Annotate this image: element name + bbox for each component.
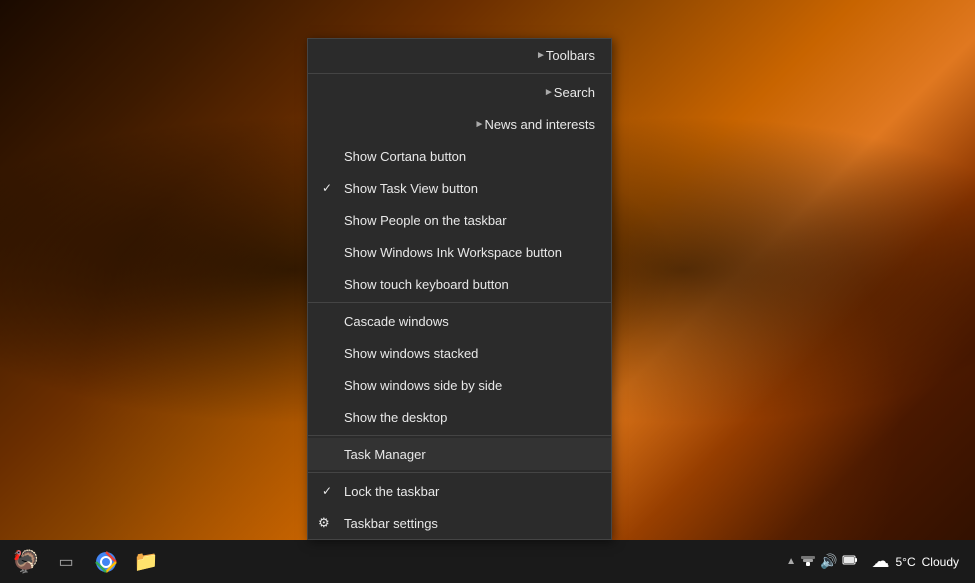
weather-widget[interactable]: ☁ 5°C Cloudy [864,547,968,576]
chrome-icon[interactable] [88,544,124,580]
menu-item-show-cortana-button[interactable]: Show Cortana button [308,140,611,172]
gear-icon: ⚙ [318,515,330,531]
menu-item-toolbars[interactable]: ► Toolbars [308,39,611,71]
arrow-icon-search: ► [544,87,554,98]
menu-item-taskbar-settings[interactable]: ⚙ Taskbar settings [308,507,611,539]
menu-item-show-windows-stacked[interactable]: Show windows stacked [308,337,611,369]
network-icon [800,552,816,571]
tray-icons: ▲ 🔊 [786,552,857,571]
menu-item-show-people-on-taskbar[interactable]: Show People on the taskbar [308,204,611,236]
weather-cloud-icon: ☁ [872,551,890,572]
checkmark-icon-lock: ✓ [322,484,332,498]
menu-item-cascade-windows[interactable]: Cascade windows [308,305,611,337]
menu-item-show-windows-ink[interactable]: Show Windows Ink Workspace button [308,236,611,268]
weather-desc: Cloudy [922,555,959,569]
menu-separator-2 [308,302,611,303]
menu-item-lock-the-taskbar[interactable]: ✓ Lock the taskbar [308,475,611,507]
menu-item-search[interactable]: ► Search [308,76,611,108]
battery-icon [842,552,858,571]
volume-icon[interactable]: 🔊 [820,553,837,570]
tray-expand-icon[interactable]: ▲ [786,556,796,567]
task-view-button[interactable]: ▭ [48,544,84,580]
taskbar-left: 🦃 ▭ 📁 [0,544,172,580]
menu-item-show-the-desktop[interactable]: Show the desktop [308,401,611,433]
menu-item-task-manager[interactable]: Task Manager [308,438,611,470]
menu-item-show-touch-keyboard[interactable]: Show touch keyboard button [308,268,611,300]
context-menu: ► Toolbars ► Search ► News and interests… [307,38,612,540]
file-explorer-icon[interactable]: 📁 [128,544,164,580]
weather-temp: 5°C [896,555,916,569]
menu-item-show-windows-side-by-side[interactable]: Show windows side by side [308,369,611,401]
menu-item-show-task-view-button[interactable]: ✓ Show Task View button [308,172,611,204]
menu-separator-1 [308,73,611,74]
arrow-icon-news: ► [475,119,485,130]
arrow-icon: ► [536,50,546,61]
menu-separator-4 [308,472,611,473]
taskbar: 🦃 ▭ 📁 ▲ 🔊 [0,540,975,583]
menu-separator-3 [308,435,611,436]
taskbar-right: ▲ 🔊 ☁ 5°C Cloudy [778,547,975,576]
start-button[interactable]: 🦃 [8,544,44,580]
menu-item-news-and-interests[interactable]: ► News and interests [308,108,611,140]
checkmark-icon: ✓ [322,181,332,195]
